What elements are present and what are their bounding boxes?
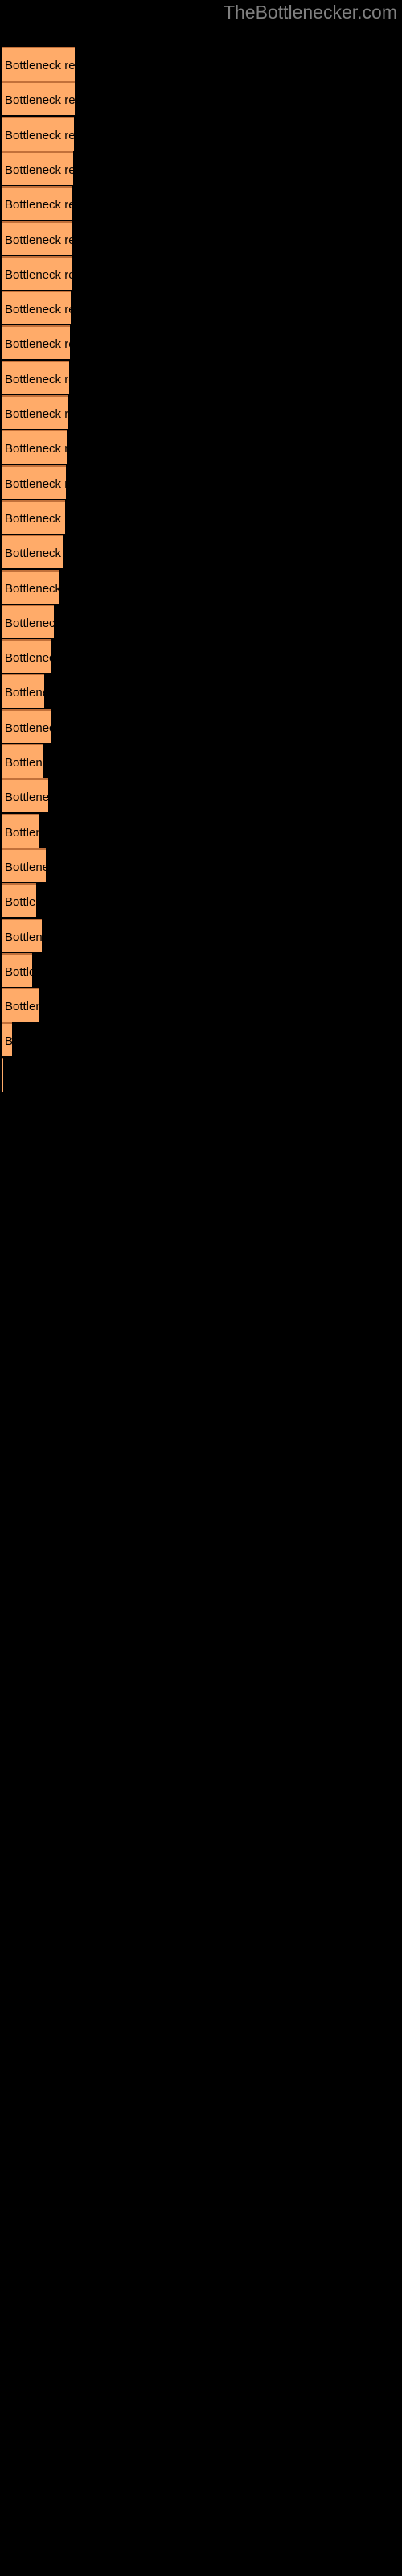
bar-label: Bottleneck result (5, 511, 65, 526)
bar-label: Bottleneck result (5, 720, 51, 735)
bar-label: Bottleneck result (5, 895, 36, 910)
bar-label: Bottleneck result (5, 860, 46, 874)
bar-label: Bottleneck result (5, 198, 72, 213)
bottleneck-result-bar[interactable]: Bottleneck result (2, 47, 75, 80)
bar-label: Bottleneck result (5, 128, 74, 142)
bottleneck-result-bar[interactable]: Bottleneck result (2, 708, 51, 743)
bar-label: Bottleneck result (5, 477, 66, 491)
bottleneck-result-bar[interactable]: Bottleneck result (2, 395, 68, 429)
bottleneck-result-bar[interactable]: Bottleneck result (2, 499, 65, 534)
bottleneck-result-bar[interactable]: Bottleneck result (2, 116, 74, 151)
bar-label: Bottleneck result (5, 964, 32, 979)
bottleneck-result-bar[interactable]: Bottleneck result (2, 848, 46, 882)
bottleneck-result-bar[interactable]: Bottleneck result (2, 81, 75, 116)
bottleneck-result-bar[interactable]: Bottleneck result (2, 778, 48, 813)
bar-label: Bottleneck result (5, 337, 70, 352)
bottleneck-result-bar[interactable]: Bottleneck result (2, 464, 66, 499)
bar-label: Bottleneck result (5, 407, 68, 421)
bar-label: Bottleneck result (5, 59, 75, 72)
bar-label: Bottleneck result (5, 233, 72, 247)
bar-label: Bottleneck result (5, 547, 63, 561)
bar-label: Bottleneck result (5, 930, 42, 944)
bottleneck-result-bar[interactable]: Bottleneck result (2, 604, 54, 638)
bar-label: Bottleneck result (5, 825, 39, 840)
bar-label: Bottleneck result (5, 791, 48, 805)
bar-label: Bottleneck result (5, 1024, 12, 1056)
bottleneck-result-bar[interactable]: Bottleneck result (2, 325, 70, 360)
bottleneck-result-bar[interactable]: Bottleneck result (2, 255, 72, 290)
bottleneck-chart: TheBottlenecker.com Bottleneck resultBot… (0, 0, 402, 2576)
bar-label: Bottleneck result (5, 93, 75, 108)
bar-label: Bottleneck result (5, 1000, 39, 1014)
bar-label: Bottleneck result (5, 581, 59, 596)
bottleneck-result-bar[interactable]: Bottleneck result (2, 674, 44, 708)
bar-label: Bottleneck result (5, 442, 67, 456)
plot-area: Bottleneck result Bottleneck result Bottle… (0, 0, 402, 2576)
bottleneck-result-bar[interactable]: Bottleneck result (2, 639, 51, 674)
bar-label: Bottleneck result (5, 372, 69, 386)
bottleneck-result-bar[interactable]: Bottleneck result (2, 569, 59, 604)
bottleneck-result-bar[interactable]: Bottleneck result (2, 813, 39, 848)
bar-label: Bottleneck result (5, 651, 51, 666)
bottleneck-result-bar[interactable]: Bottleneck result (2, 1057, 3, 1092)
bottleneck-result-bar[interactable]: Bottleneck result (2, 883, 36, 918)
bar-label: Bottleneck result (5, 756, 43, 770)
bottleneck-result-bar[interactable]: Bottleneck result (2, 535, 63, 569)
bottleneck-result-bar[interactable]: Bottleneck result (2, 291, 71, 325)
bar-label: Bottleneck result (5, 686, 44, 700)
bar-label: Bottleneck result (5, 267, 72, 282)
bottleneck-result-bar[interactable]: Bottleneck result (2, 988, 39, 1022)
bottleneck-result-bar[interactable]: Bottleneck result (2, 744, 43, 778)
bottleneck-result-bar[interactable]: Bottleneck result (2, 186, 72, 221)
bottleneck-result-bar[interactable]: Bottleneck result (2, 221, 72, 255)
bar-label: Bottleneck result (5, 303, 71, 317)
bottleneck-result-bar[interactable]: Bottleneck result (2, 430, 67, 464)
bar-label: Bottleneck result (5, 163, 73, 177)
bottleneck-result-bar[interactable]: Bottleneck result (2, 1022, 12, 1057)
bottleneck-result-bar[interactable]: Bottleneck result (2, 360, 69, 394)
bottleneck-result-bar[interactable]: Bottleneck result (2, 918, 42, 952)
bottleneck-result-bar[interactable]: Bottleneck result (2, 151, 73, 185)
bar-label: Bottleneck result (5, 616, 54, 630)
bottleneck-result-bar[interactable]: Bottleneck result (2, 952, 32, 987)
